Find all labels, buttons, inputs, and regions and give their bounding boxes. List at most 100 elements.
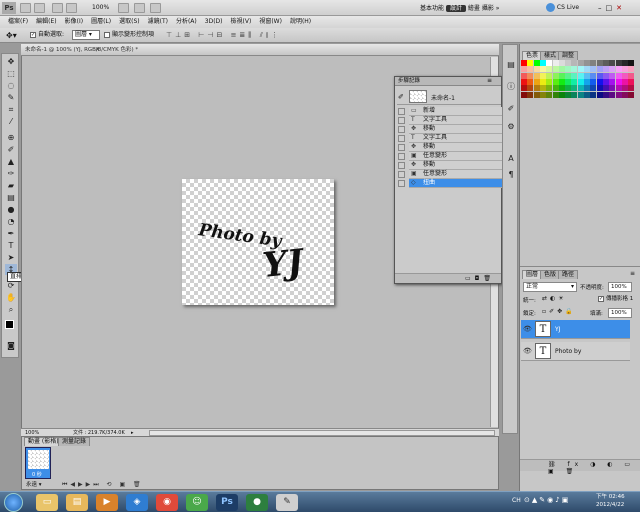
history-footer-buttons[interactable]: ▭◘🗑 bbox=[465, 275, 495, 282]
clone-source-icon[interactable]: ⚙ bbox=[505, 121, 517, 132]
color-swatch[interactable] bbox=[596, 85, 603, 92]
color-swatch[interactable] bbox=[521, 85, 527, 92]
color-swatch[interactable] bbox=[602, 66, 609, 73]
history-state[interactable]: ◇ 扭曲 bbox=[409, 179, 502, 188]
color-swatch[interactable] bbox=[609, 78, 616, 85]
tab-swatches[interactable]: 色票 bbox=[522, 51, 543, 60]
workspace-photography[interactable]: 攝影 bbox=[482, 5, 494, 12]
animation-frame-1[interactable]: 0 秒 bbox=[25, 447, 51, 479]
arrange-docs-icon[interactable] bbox=[134, 3, 145, 13]
file-manager-icon[interactable]: ▤ bbox=[66, 494, 88, 511]
color-swatch[interactable] bbox=[565, 66, 572, 73]
color-swatch[interactable] bbox=[609, 66, 616, 73]
settings-icon[interactable]: ✎ bbox=[276, 494, 298, 511]
color-swatch[interactable] bbox=[546, 60, 553, 66]
menu-analysis[interactable]: 分析(A) bbox=[172, 16, 201, 28]
color-swatch[interactable] bbox=[539, 85, 546, 92]
color-swatch[interactable] bbox=[565, 78, 572, 85]
color-swatch[interactable] bbox=[527, 85, 534, 92]
color-swatch[interactable] bbox=[539, 66, 546, 73]
foreground-color-swatch[interactable] bbox=[5, 320, 14, 329]
unify-buttons[interactable]: ⇄◐☀ bbox=[542, 295, 567, 302]
color-swatch[interactable] bbox=[577, 85, 584, 92]
color-swatch[interactable] bbox=[565, 72, 572, 79]
color-swatch[interactable] bbox=[533, 72, 540, 79]
close-button[interactable]: ✕ bbox=[616, 4, 626, 12]
workspace-design[interactable]: 設計 bbox=[445, 5, 466, 12]
history-state[interactable]: T 文字工具 bbox=[409, 116, 502, 125]
layer-row[interactable]: 👁 T YJ bbox=[521, 320, 630, 339]
color-swatch[interactable] bbox=[628, 66, 635, 73]
history-state[interactable]: ✥ 移動 bbox=[409, 143, 502, 152]
move-tool-preset-icon[interactable]: ✥▾ bbox=[6, 31, 17, 40]
menu-3d[interactable]: 3D(D) bbox=[201, 16, 227, 28]
color-swatch[interactable] bbox=[609, 85, 616, 92]
eraser-tool-icon[interactable]: ▰ bbox=[5, 180, 17, 191]
lasso-tool-icon[interactable]: ◌ bbox=[5, 80, 17, 91]
photoshop-taskbar-icon[interactable]: Ps bbox=[216, 494, 238, 511]
propagate-frame-checkbox[interactable]: ✓ 傳播影格 1 bbox=[598, 295, 633, 303]
color-swatch[interactable] bbox=[533, 78, 540, 85]
healing-brush-icon[interactable]: ⊕ bbox=[5, 132, 17, 143]
color-swatch[interactable] bbox=[584, 72, 590, 79]
color-swatch[interactable] bbox=[539, 72, 546, 79]
zoom-tool-icon[interactable]: ⌕ bbox=[5, 304, 17, 315]
color-swatch[interactable] bbox=[521, 66, 527, 73]
gradient-tool-icon[interactable]: ▤ bbox=[5, 192, 17, 203]
menu-view[interactable]: 檢視(V) bbox=[227, 16, 256, 28]
color-swatch[interactable] bbox=[596, 72, 603, 79]
color-swatch[interactable] bbox=[609, 60, 616, 66]
history-source-checkbox[interactable] bbox=[398, 117, 405, 124]
loop-dropdown[interactable]: 永遠 ▾ bbox=[26, 481, 42, 489]
frame-delay[interactable]: 0 秒 bbox=[32, 471, 42, 478]
blur-tool-icon[interactable]: ● bbox=[5, 204, 17, 215]
color-swatch[interactable] bbox=[558, 72, 565, 79]
info-panel-icon[interactable]: ⓘ bbox=[505, 81, 517, 92]
dodge-tool-icon[interactable]: ◔ bbox=[5, 216, 17, 227]
color-swatch[interactable] bbox=[602, 60, 609, 66]
marquee-tool-icon[interactable]: ⬚ bbox=[5, 68, 17, 79]
menu-layer[interactable]: 圖層(L) bbox=[87, 16, 115, 28]
tab-paths[interactable]: 路徑 bbox=[558, 270, 579, 279]
color-swatch[interactable] bbox=[539, 91, 546, 98]
tab-adjustments[interactable]: 調整 bbox=[558, 51, 579, 60]
color-swatch[interactable] bbox=[621, 78, 628, 85]
color-swatch[interactable] bbox=[596, 66, 603, 73]
tray-date[interactable]: 2012/4/22 bbox=[596, 501, 624, 509]
color-swatch[interactable] bbox=[615, 72, 622, 79]
color-swatch[interactable] bbox=[546, 72, 553, 79]
color-swatch[interactable] bbox=[628, 85, 635, 92]
color-swatch[interactable] bbox=[596, 78, 603, 85]
color-swatch[interactable] bbox=[628, 60, 635, 66]
history-brush-icon[interactable]: ✑ bbox=[5, 168, 17, 179]
color-swatch[interactable] bbox=[590, 91, 597, 98]
color-swatch[interactable] bbox=[552, 66, 559, 73]
color-swatch[interactable] bbox=[602, 91, 609, 98]
layer-name[interactable]: YJ bbox=[555, 326, 560, 333]
history-source-checkbox[interactable] bbox=[398, 162, 405, 169]
eyedropper-icon[interactable]: ⁄ bbox=[5, 116, 17, 127]
visibility-eye-icon[interactable]: 👁 bbox=[523, 325, 532, 333]
history-state[interactable]: ▣ 任意變形 bbox=[409, 152, 502, 161]
history-source-checkbox[interactable] bbox=[398, 144, 405, 151]
menu-edit[interactable]: 編輯(E) bbox=[32, 16, 60, 28]
color-swatch[interactable] bbox=[546, 66, 553, 73]
menu-select[interactable]: 選取(S) bbox=[115, 16, 144, 28]
move-tool-icon[interactable]: ✥ bbox=[5, 56, 17, 67]
color-swatch[interactable] bbox=[571, 60, 578, 66]
color-swatch[interactable] bbox=[533, 85, 540, 92]
workspace-essentials[interactable]: 基本功能 bbox=[420, 5, 444, 12]
path-select-icon[interactable]: ➤ bbox=[5, 252, 17, 263]
color-swatch[interactable] bbox=[527, 60, 534, 66]
color-swatch[interactable] bbox=[628, 78, 635, 85]
color-swatch[interactable] bbox=[552, 72, 559, 79]
color-swatch[interactable] bbox=[602, 72, 609, 79]
color-swatch[interactable] bbox=[596, 60, 603, 66]
layer-row[interactable]: 👁 T Photo by bbox=[521, 342, 630, 361]
history-snapshot[interactable]: ✐ 未命名-1 bbox=[397, 89, 501, 105]
color-swatch[interactable] bbox=[621, 72, 628, 79]
network-icon[interactable]: ◈ bbox=[126, 494, 148, 511]
color-swatch[interactable] bbox=[621, 85, 628, 92]
color-swatch[interactable] bbox=[558, 60, 565, 66]
history-source-checkbox[interactable] bbox=[398, 135, 405, 142]
